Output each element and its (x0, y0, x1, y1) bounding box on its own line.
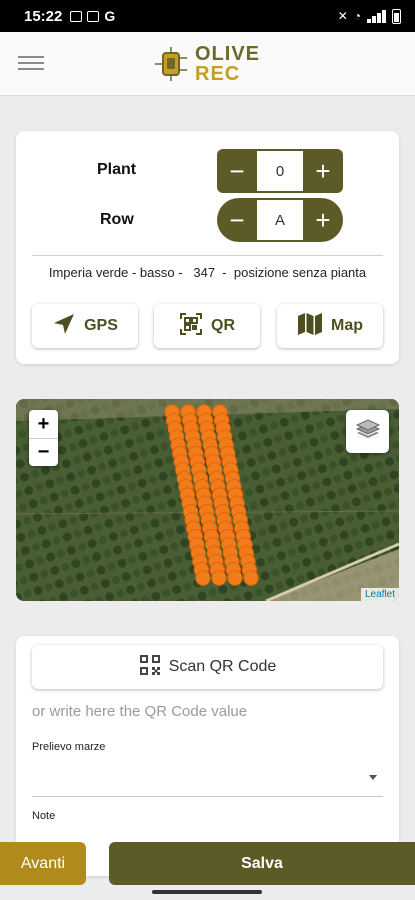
qr-button-label: QR (211, 317, 235, 334)
image-icon (70, 10, 83, 22)
layers-button[interactable] (346, 410, 389, 453)
row-decrement-button[interactable]: − (217, 198, 257, 242)
gps-button[interactable]: GPS (32, 304, 138, 348)
menu-icon[interactable] (18, 56, 44, 72)
plant-decrement-button[interactable]: − (217, 149, 257, 193)
signal-icon (367, 9, 386, 23)
row-increment-button[interactable]: + (303, 198, 343, 242)
wifi-icon: ◔ (353, 9, 361, 23)
location-number: 347 (193, 265, 216, 280)
map-icon (297, 312, 323, 341)
logo-text: OLIVE REC (195, 44, 260, 84)
tree-marker[interactable] (243, 570, 259, 586)
qr-code-input[interactable] (32, 699, 383, 723)
row-stepper: − A + (217, 198, 343, 242)
prelievo-marze-label: Prelievo marze (32, 741, 106, 753)
note-label: Note (32, 810, 56, 822)
plant-increment-button[interactable]: + (303, 149, 343, 193)
tree-marker[interactable] (195, 570, 211, 586)
logo-line-rec: REC (195, 63, 241, 85)
zoom-out-button[interactable]: − (29, 438, 58, 466)
location-field: Imperia verde - basso - (48, 265, 183, 280)
plant-value[interactable]: 0 (257, 151, 303, 191)
qr-code-icon (139, 654, 161, 681)
map-button-label: Map (331, 317, 363, 334)
battery-icon (392, 8, 401, 24)
avanti-button[interactable]: Avanti (0, 842, 86, 885)
status-time: 15:22 (24, 7, 63, 25)
location-info: Imperia verde - basso - 347 - posizione … (48, 265, 367, 280)
row-value[interactable]: A (257, 200, 303, 240)
divider (32, 255, 383, 256)
dropdown-arrow-icon (369, 775, 377, 780)
logo-line-olive: OLIVE (195, 43, 261, 65)
layers-icon (355, 416, 381, 447)
gps-button-label: GPS (84, 317, 118, 334)
salva-button[interactable]: Salva (109, 842, 415, 885)
tree-marker[interactable] (227, 570, 243, 586)
gallery-icon (87, 10, 100, 22)
row-label: Row (100, 211, 134, 228)
mute-icon: ✕ (337, 9, 348, 23)
map-view[interactable]: + − Leaflet (16, 399, 399, 601)
form-card: Scan QR Code Prelievo marze Note (16, 636, 399, 876)
app-header: OLIVE REC (0, 32, 415, 96)
status-bar: 15:22 G ✕ ◔ (0, 0, 415, 32)
zoom-in-button[interactable]: + (29, 410, 58, 438)
scan-qr-button[interactable]: Scan QR Code (32, 645, 383, 689)
plant-stepper: − 0 + (217, 149, 343, 193)
navigation-arrow-icon (52, 312, 76, 341)
qr-scan-icon (179, 312, 203, 341)
olive-rec-logo: OLIVE REC (153, 38, 260, 90)
status-system-icons: ✕ ◔ (337, 8, 401, 24)
prelievo-marze-select[interactable] (32, 761, 383, 797)
zoom-control: + − (29, 410, 58, 466)
leaflet-attribution-link[interactable]: Leaflet (360, 588, 399, 601)
position-card: Plant − 0 + Row − A + Imperia verde - ba… (16, 131, 399, 364)
olive-rec-logo-mark (153, 46, 189, 82)
plant-label: Plant (97, 161, 137, 178)
qr-button[interactable]: QR (154, 304, 260, 348)
tree-marker[interactable] (211, 570, 227, 586)
gesture-bar (152, 890, 262, 894)
scan-qr-label: Scan QR Code (168, 658, 277, 675)
status-notification-icons: G (70, 8, 115, 24)
location-status: posizione senza pianta (233, 265, 367, 280)
map-button[interactable]: Map (277, 304, 383, 348)
google-icon: G (104, 8, 116, 24)
satellite-map[interactable] (16, 399, 399, 601)
